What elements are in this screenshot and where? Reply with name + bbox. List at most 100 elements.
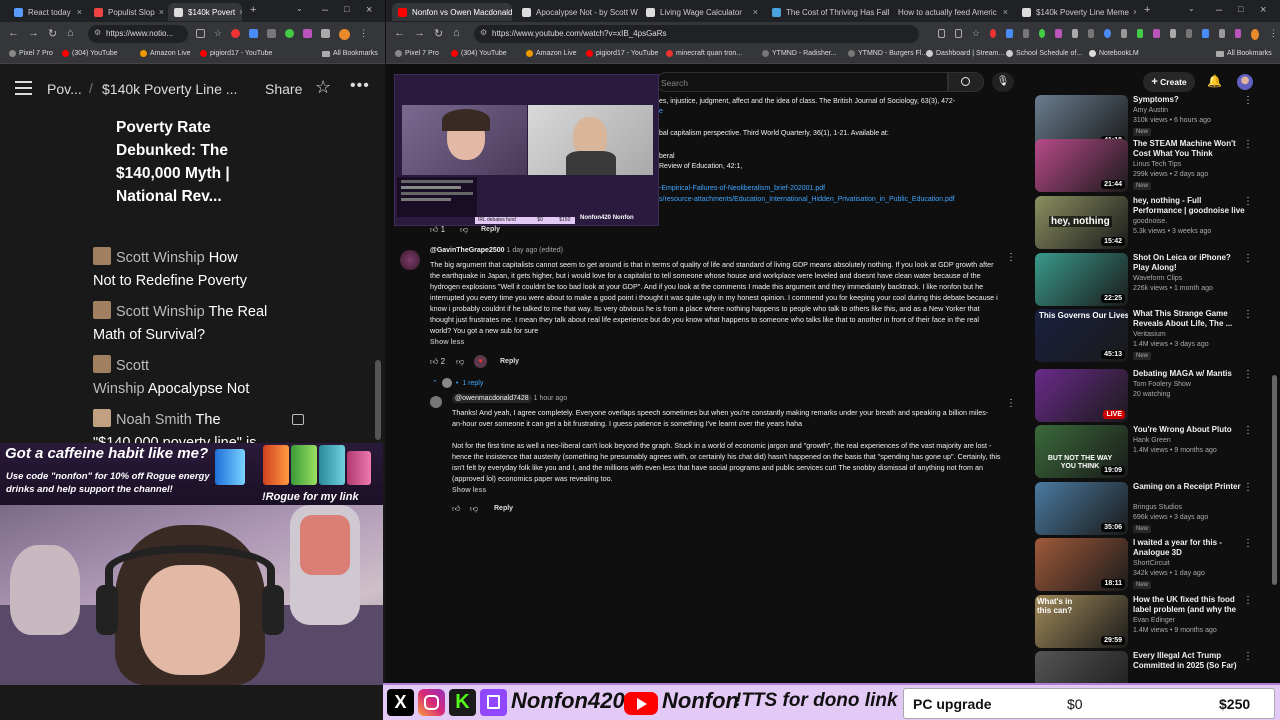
cast-icon[interactable] — [938, 29, 945, 38]
video-options-icon[interactable]: ⋮ — [1243, 369, 1253, 380]
extension-b-icon[interactable] — [1006, 29, 1013, 38]
channel-name[interactable]: goodnoise. — [1133, 218, 1253, 225]
show-less-link[interactable]: Show less — [430, 339, 464, 346]
right-address-bar[interactable]: ⚙ https://www.youtube.com/watch?v=xIB_4p… — [474, 25, 919, 43]
reload-icon[interactable]: ↻ — [48, 27, 57, 40]
video-options-icon[interactable]: ⋮ — [1243, 309, 1253, 320]
extension-d-icon[interactable] — [285, 29, 295, 38]
extension-i-icon[interactable] — [1120, 29, 1127, 38]
create-button[interactable]: + Create — [1143, 72, 1195, 92]
new-tab-icon[interactable]: + — [250, 4, 256, 16]
close-tab-icon[interactable]: × — [638, 7, 639, 17]
comment-options-icon[interactable]: ⋮ — [1006, 398, 1016, 409]
video-thumbnail[interactable]: 22:25 — [1035, 253, 1128, 306]
user-avatar[interactable] — [1237, 74, 1253, 90]
list-item[interactable]: Scott Winship How Not to Redefine Poverty — [93, 247, 363, 293]
extension-e-icon[interactable] — [303, 29, 313, 38]
site-info-icon[interactable]: ⚙ — [480, 28, 487, 37]
channel-name[interactable]: Amy Austin — [1133, 107, 1253, 114]
extension-c-icon[interactable] — [1022, 29, 1029, 38]
close-tab-icon[interactable]: × — [73, 7, 82, 17]
right-bookmark-school[interactable]: School Schedule of... — [1006, 50, 1082, 57]
right-tab-thriving[interactable]: The Cost of Thriving Has Fall× — [766, 3, 890, 21]
reference-link[interactable]: -Empirical-Failures-of-Neoliberalism_bri… — [659, 183, 825, 194]
right-bookmark-amazon[interactable]: Amazon Live — [526, 50, 576, 57]
video-options-icon[interactable]: ⋮ — [1243, 95, 1253, 106]
profile-avatar-icon[interactable] — [1251, 29, 1259, 40]
channel-name[interactable]: Waveform Clips — [1133, 275, 1253, 282]
left-scrollbar[interactable] — [375, 360, 381, 440]
extension-l-icon[interactable] — [1169, 29, 1176, 38]
home-icon[interactable]: ⌂ — [453, 27, 460, 39]
left-bookmark-youtube[interactable]: (304) YouTube — [62, 50, 118, 57]
right-tab-wage[interactable]: Living Wage Calculator × — [640, 3, 764, 21]
right-tab-apocalypse[interactable]: Apocalypse Not - by Scott W× — [516, 3, 639, 21]
video-card[interactable]: LIVE Debating MAGA w/ Mantis Tom Foolery S… — [1035, 369, 1275, 425]
search-button[interactable] — [948, 72, 984, 92]
like-button[interactable]: 👍︎ — [452, 504, 460, 514]
window-close-icon[interactable]: × — [366, 4, 372, 16]
close-tab-icon[interactable]: × — [999, 7, 1008, 17]
right-bookmark-ytmnd2[interactable]: YTMND - Burgers Fl... — [848, 50, 927, 57]
channel-name[interactable]: Hank Green — [1133, 437, 1253, 444]
video-card[interactable]: 29:59 What's in this can? How the UK fixed… — [1035, 595, 1275, 651]
extension-p-icon[interactable] — [1234, 29, 1242, 38]
reply-button[interactable]: Reply — [500, 358, 519, 365]
video-options-icon[interactable]: ⋮ — [1243, 482, 1253, 493]
video-thumbnail[interactable]: 15:42 hey, nothing — [1035, 196, 1128, 249]
home-icon[interactable]: ⌂ — [67, 27, 74, 39]
video-card[interactable]: 35:06 Gaming on a Receipt Printer Bringus … — [1035, 482, 1275, 538]
comment-options-icon[interactable]: ⋮ — [1006, 252, 1016, 263]
video-options-icon[interactable]: ⋮ — [1243, 253, 1253, 264]
tab-search-icon[interactable]: ⌄ — [1188, 4, 1195, 13]
reference-link[interactable]: s/resource-attachments/Education_Interna… — [659, 194, 955, 205]
notifications-bell-icon[interactable]: 🔔 — [1207, 74, 1222, 88]
reply-button[interactable]: Reply — [481, 226, 500, 233]
extension-k-icon[interactable] — [1153, 29, 1160, 38]
right-bookmark-dashboard[interactable]: Dashboard | Stream... — [926, 50, 1004, 57]
more-options-icon[interactable]: ••• — [350, 77, 370, 95]
back-icon[interactable]: ← — [394, 27, 405, 39]
video-options-icon[interactable]: ⋮ — [1243, 196, 1253, 207]
left-tab-react[interactable]: React today × — [8, 3, 88, 21]
share-page-icon[interactable] — [954, 29, 962, 38]
list-item[interactable]: Scott Winship The Real Math of Survival? — [93, 301, 363, 347]
video-card[interactable]: 21:44 The STEAM Machine Won't Cost What Y… — [1035, 139, 1275, 195]
extension-n-icon[interactable] — [1202, 29, 1209, 38]
close-tab-icon[interactable]: × — [235, 7, 242, 17]
extension-h-icon[interactable] — [1104, 29, 1111, 38]
like-button[interactable]: 👍︎ 1 — [430, 225, 445, 235]
right-bookmark-pixel[interactable]: Pixel 7 Pro — [395, 50, 439, 57]
extension-a-icon[interactable] — [989, 29, 997, 38]
right-scrollbar[interactable] — [1272, 375, 1277, 585]
list-item[interactable]: Noah Smith The "$140,000 poverty line" is — [93, 409, 363, 443]
video-card[interactable]: 15:42 hey, nothing hey, nothing - Full Per… — [1035, 196, 1275, 252]
share-page-icon[interactable] — [196, 29, 205, 38]
video-options-icon[interactable]: ⋮ — [1243, 425, 1253, 436]
extension-b-icon[interactable] — [249, 29, 259, 38]
extension-c-icon[interactable] — [267, 29, 277, 38]
left-bookmark-amazon[interactable]: Amazon Live — [140, 50, 190, 57]
minimize-icon[interactable]: – — [1216, 4, 1222, 16]
close-tab-icon[interactable]: × — [1129, 7, 1136, 17]
share-button[interactable]: Share — [265, 81, 302, 97]
extension-g-icon[interactable] — [1087, 29, 1095, 38]
replies-toggle[interactable]: ⌃ • 1 reply — [432, 378, 483, 388]
tab-search-icon[interactable]: ⌄ — [296, 4, 303, 13]
bookmark-star-icon[interactable]: ☆ — [214, 29, 222, 41]
video-thumbnail[interactable]: 29:59 What's in this can? — [1035, 595, 1128, 648]
reply-button[interactable]: Reply — [494, 505, 513, 512]
close-tab-icon[interactable]: × — [889, 7, 890, 17]
channel-name[interactable]: Tom Foolery Show — [1133, 381, 1253, 388]
breadcrumb-parent[interactable]: Pov... — [47, 81, 82, 97]
left-bookmark-pigiord[interactable]: pigiord17 - YouTube — [200, 50, 272, 57]
breadcrumb-current[interactable]: $140k Poverty Line ... — [102, 81, 237, 97]
right-bookmark-youtube[interactable]: (304) YouTube — [451, 50, 507, 57]
right-bookmark-ytmnd1[interactable]: YTMND - Radisher... — [762, 50, 837, 57]
forward-icon[interactable]: → — [28, 27, 39, 39]
video-card[interactable]: 18:11 I waited a year for this - Analogue… — [1035, 538, 1275, 594]
hamburger-menu-icon[interactable] — [15, 81, 32, 95]
extension-f-icon[interactable] — [321, 29, 331, 38]
right-tab-youtube[interactable]: Nonfon vs Owen Macdonald× — [392, 3, 512, 21]
right-bookmark-notebooklm[interactable]: NotebookLM — [1089, 50, 1139, 57]
